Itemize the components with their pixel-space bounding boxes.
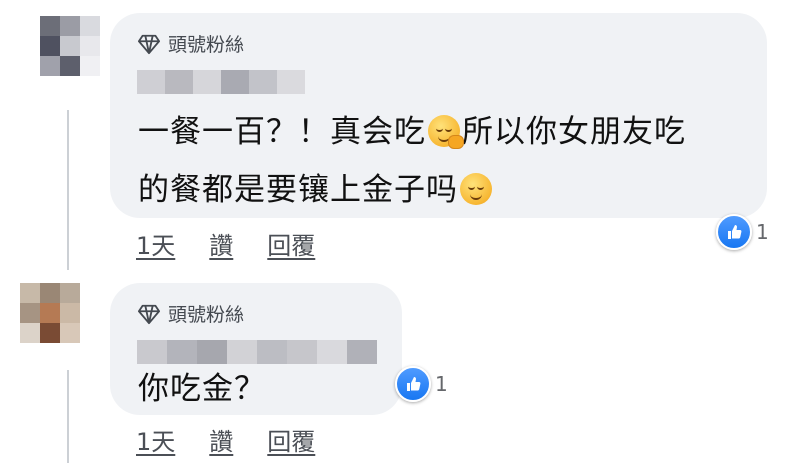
badge-label: 頭號粉絲 — [168, 304, 245, 326]
diamond-icon — [138, 304, 160, 324]
timestamp-link[interactable]: 1天 — [136, 226, 175, 261]
reaction-count[interactable]: 1 — [716, 214, 769, 250]
like-icon — [716, 214, 752, 250]
top-fan-badge: 頭號粉絲 — [138, 300, 244, 327]
thread-line — [67, 370, 69, 463]
comment-actions: 1天 讚 回覆 — [136, 422, 315, 457]
timestamp-link[interactable]: 1天 — [136, 422, 175, 457]
commenter-name[interactable] — [137, 70, 305, 94]
diamond-icon — [138, 34, 160, 54]
like-button[interactable]: 讚 — [209, 226, 233, 261]
relieved-face-icon — [460, 173, 492, 205]
comment-text: 一餐一百？！真会吃 所以你女朋友吃 的餐都是要镶上金子吗 — [138, 114, 686, 208]
comment-actions: 1天 讚 回覆 — [136, 226, 315, 261]
badge-label: 頭號粉絲 — [168, 34, 245, 56]
like-icon — [395, 366, 431, 402]
comment-text: 你吃金？ — [138, 371, 266, 407]
like-button[interactable]: 讚 — [209, 422, 233, 457]
thread-line — [67, 110, 69, 270]
reply-button[interactable]: 回覆 — [267, 422, 315, 457]
avatar[interactable] — [40, 16, 100, 76]
thinking-face-icon — [428, 115, 464, 149]
avatar[interactable] — [20, 283, 80, 343]
reply-button[interactable]: 回覆 — [267, 226, 315, 261]
top-fan-badge: 頭號粉絲 — [138, 30, 244, 57]
reaction-count[interactable]: 1 — [395, 366, 448, 402]
